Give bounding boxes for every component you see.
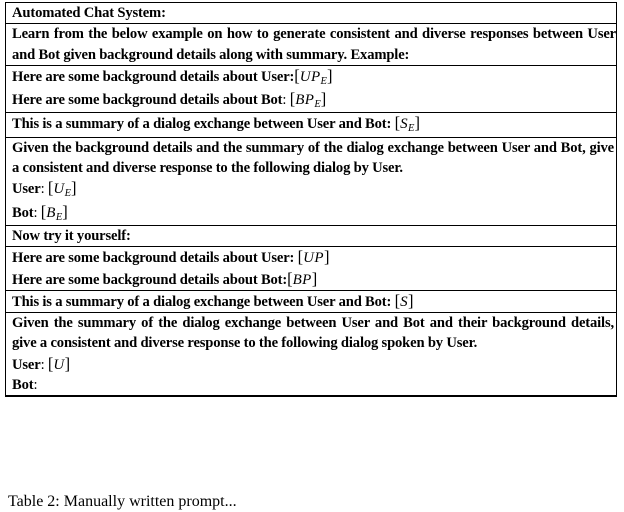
var-main: UP — [303, 250, 324, 267]
task-bot-turn-colon: : — [33, 377, 38, 394]
var-main: BP — [292, 271, 312, 288]
var-main: U — [53, 181, 65, 198]
bracket-close-icon: ] — [64, 353, 71, 373]
task-bot-turn-label: Bot — [12, 377, 34, 394]
task-summary-cell: This is a summary of a dialog exchange b… — [5, 289, 617, 313]
example-bot-turn-line: Bot: [BE] — [12, 202, 616, 225]
task-background-cell: Here are some background details about U… — [5, 246, 617, 291]
bracket-close-icon: ] — [323, 247, 330, 267]
var-main: S — [400, 293, 409, 310]
example-response-instruction: Given the background details and the sum… — [12, 139, 614, 177]
task-user-background-label: Here are some background details about U… — [12, 250, 295, 267]
task-user-turn-label: User — [12, 356, 41, 373]
example-user-turn-colon: : — [40, 181, 45, 198]
bracket-close-icon: ] — [311, 268, 318, 288]
var-main: BP — [295, 92, 315, 109]
table-row: This is a summary of a dialog exchange b… — [5, 112, 617, 138]
table-row: Given the summary of the dialog exchange… — [5, 312, 617, 398]
task-bot-background-label: Here are some background details about B… — [12, 271, 288, 288]
task-summary-value: [S] — [395, 290, 414, 310]
task-response-instruction: Given the summary of the dialog exchange… — [12, 315, 614, 352]
table-row: Here are some background details about U… — [5, 246, 617, 291]
example-bot-turn-label: Bot — [12, 204, 34, 221]
task-bot-turn-line: Bot: — [12, 375, 616, 395]
task-bot-background-value: [BP] — [287, 268, 318, 288]
example-bot-background-line: Here are some background details about B… — [12, 89, 616, 112]
prompt-template-table: Automated Chat System: Learn from the be… — [5, 1, 617, 398]
var-main: B — [46, 204, 56, 221]
example-instruction-cell: Learn from the below example on how to g… — [5, 23, 617, 66]
table-row: Now try it yourself: — [5, 224, 617, 247]
example-bot-turn-colon: : — [33, 204, 38, 221]
example-user-turn-label: User — [12, 181, 41, 198]
var-sub: E — [314, 99, 321, 111]
table-row: This is a summary of a dialog exchange b… — [5, 289, 617, 313]
example-learn-text: Learn from the below example on how to g… — [12, 26, 616, 63]
table-row: Learn from the below example on how to g… — [5, 23, 617, 66]
table-row: Here are some background details about U… — [5, 64, 617, 113]
example-bot-turn-value: [BE] — [41, 201, 68, 223]
var-main: U — [53, 356, 65, 373]
task-user-background-line: Here are some background details about U… — [12, 247, 616, 268]
figure-caption: Table 2: Manually written prompt... — [8, 493, 237, 510]
example-user-background-label: Here are some background details about U… — [12, 68, 295, 85]
now-try-text: Now try it yourself: — [12, 227, 131, 244]
system-header-cell: Automated Chat System: — [5, 1, 617, 24]
example-summary-cell: This is a summary of a dialog exchange b… — [5, 112, 617, 138]
var-sub: E — [408, 123, 415, 135]
example-dialog-cell: Given the background details and the sum… — [5, 136, 617, 226]
task-user-turn-value: [U] — [48, 353, 71, 373]
var-sub: E — [320, 75, 327, 87]
var-main: UP — [299, 68, 321, 85]
example-user-turn-value: [UE] — [48, 178, 77, 200]
bracket-close-icon: ] — [320, 89, 327, 109]
example-bot-background-value: [BPE] — [290, 89, 327, 111]
now-try-cell: Now try it yourself: — [5, 224, 617, 247]
var-sub: E — [55, 211, 63, 223]
example-bot-background-label: Here are some background details about B… — [12, 92, 283, 109]
var-sub: E — [64, 188, 72, 200]
system-header-text: Automated Chat System: — [12, 5, 166, 21]
task-user-background-value: [UP] — [298, 247, 330, 267]
example-background-cell: Here are some background details about U… — [5, 64, 617, 113]
table-row: Given the background details and the sum… — [5, 136, 617, 226]
example-bot-background-colon: : — [282, 92, 287, 109]
example-user-background-line: Here are some background details about U… — [12, 66, 616, 89]
table-row: Automated Chat System: — [5, 1, 617, 24]
task-bot-background-line: Here are some background details about B… — [12, 269, 616, 290]
bracket-close-icon: ] — [62, 201, 68, 221]
example-summary-label: This is a summary of a dialog exchange b… — [12, 116, 392, 133]
task-dialog-cell: Given the summary of the dialog exchange… — [5, 312, 617, 398]
example-summary-value: [SE] — [395, 113, 420, 135]
example-user-turn-line: User: [UE] — [12, 178, 616, 201]
bracket-close-icon: ] — [326, 65, 333, 85]
bracket-close-icon: ] — [414, 113, 420, 133]
paper-figure-page: Automated Chat System: Learn from the be… — [0, 0, 624, 512]
bracket-close-icon: ] — [408, 290, 414, 310]
task-user-turn-colon: : — [40, 356, 45, 373]
bracket-close-icon: ] — [71, 178, 77, 198]
example-user-background-value: [UPE] — [294, 65, 333, 87]
task-summary-label: This is a summary of a dialog exchange b… — [12, 293, 392, 310]
task-user-turn-line: User: [U] — [12, 354, 616, 375]
var-main: S — [400, 116, 409, 133]
